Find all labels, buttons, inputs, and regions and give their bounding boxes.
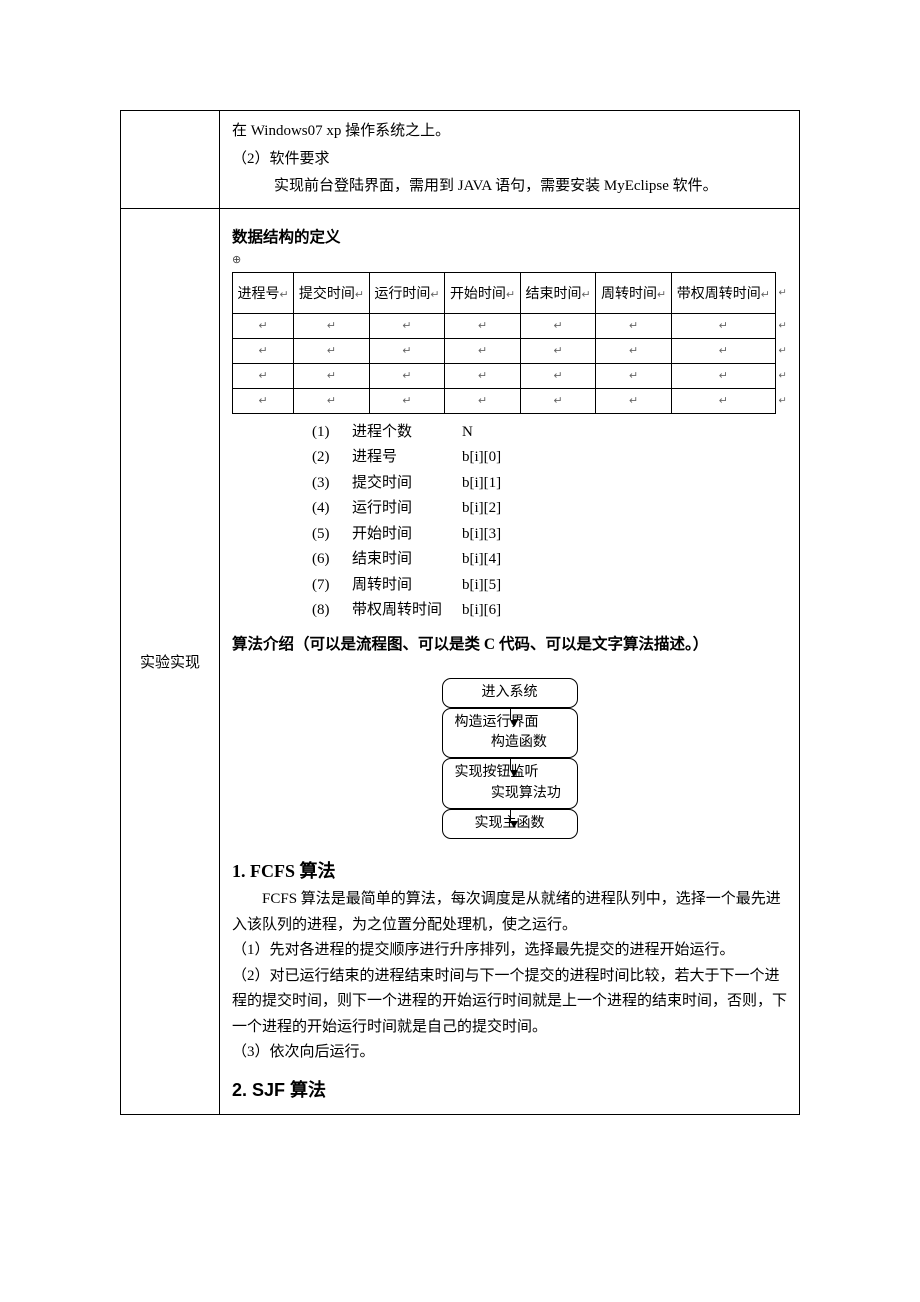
left-label-cell: 实验实现 [121,208,220,1114]
table-cell: ↵ [294,388,370,413]
fcfs-para-1: FCFS 算法是最简单的算法，每次调度是从就绪的进程队列中，选择一个最先进入该队… [232,887,787,938]
table-anchor-icon: ⊕ [232,254,241,266]
table-cell: ↵ [233,338,294,363]
definition-list: (1)进程个数N (2)进程号b[i][0] (3)提交时间b[i][1] (4… [312,420,787,624]
fcfs-para-4: （3）依次向后运行。 [232,1040,787,1066]
table-cell: ↵ [520,338,596,363]
table-cell: ↵ [369,388,445,413]
table-row: ↵ ↵ ↵ ↵ ↵ ↵ ↵↵ [233,363,776,388]
table-cell: ↵ [369,363,445,388]
env-line-2: （2）软件要求 [232,147,787,173]
table-cell: ↵ [445,363,521,388]
left-label-text: 实验实现 [140,655,200,671]
fcfs-para-3: （2）对已运行结束的进程结束时间与下一个提交的进程时间比较，若大于下一个进程的提… [232,964,787,1041]
table-cell: ↵↵ [671,313,775,338]
col-run-time: 运行时间↵ [369,272,445,313]
table-row: ↵ ↵ ↵ ↵ ↵ ↵ ↵↵ [233,338,776,363]
table-cell: ↵ [233,313,294,338]
table-cell: ↵ [369,338,445,363]
data-struct-table: 进程号↵ 提交时间↵ 运行时间↵ 开始时间↵ 结束时间↵ 周转时间↵ 带权周转时… [232,272,776,414]
table-cell: ↵ [596,363,672,388]
table-cell: ↵ [445,338,521,363]
main-content-cell: 数据结构的定义 ⊕ 进程号↵ 提交时间↵ 运行时间↵ 开始时间↵ 结束时间↵ 周… [220,208,800,1114]
data-struct-title: 数据结构的定义 [232,225,787,247]
env-line-3: 实现前台登陆界面，需用到 JAVA 语句，需要安装 MyEclipse 软件。 [232,174,787,200]
main-content: 数据结构的定义 ⊕ 进程号↵ 提交时间↵ 运行时间↵ 开始时间↵ 结束时间↵ 周… [220,209,799,1114]
table-cell: ↵ [596,388,672,413]
top-section-row: 在 Windows07 xp 操作系统之上。 （2）软件要求 实现前台登陆界面，… [121,111,799,208]
table-cell: ↵ [520,363,596,388]
table-cell: ↵ [520,313,596,338]
def-row: (2)进程号b[i][0] [312,445,787,471]
table-cell: ↵ [445,313,521,338]
flowchart: 进入系统 构造运行界面 构造函数 实现按钮监听 实现算法功 实现主函数 [425,678,595,840]
col-turnaround: 周转时间↵ [596,272,672,313]
env-line-1: 在 Windows07 xp 操作系统之上。 [232,119,787,145]
algo-intro-title: 算法介绍（可以是流程图、可以是类 C 代码、可以是文字算法描述。） [232,632,787,654]
page-frame: 在 Windows07 xp 操作系统之上。 （2）软件要求 实现前台登陆界面，… [120,110,800,1115]
outer-table: 在 Windows07 xp 操作系统之上。 （2）软件要求 实现前台登陆界面，… [121,111,799,1114]
main-row: 实验实现 数据结构的定义 ⊕ 进程号↵ 提交时间↵ 运行时间↵ 开始时间↵ 结束… [121,208,799,1114]
table-cell: ↵ [294,363,370,388]
def-row: (8)带权周转时间b[i][6] [312,598,787,624]
col-weighted-turn: 带权周转时间↵↵ [671,272,775,313]
def-row: (6)结束时间b[i][4] [312,547,787,573]
fcfs-heading: 1. FCFS 算法 [232,857,787,883]
table-cell: ↵ [369,313,445,338]
col-start-time: 开始时间↵ [445,272,521,313]
table-row: ↵ ↵ ↵ ↵ ↵ ↵ ↵↵ [233,388,776,413]
flow-enter-system: 进入系统 [442,678,578,708]
col-end-time: 结束时间↵ [520,272,596,313]
col-process-id: 进程号↵ [233,272,294,313]
table-cell: ↵ [294,313,370,338]
table-cell: ↵↵ [671,338,775,363]
def-row: (5)开始时间b[i][3] [312,522,787,548]
table-header-row: 进程号↵ 提交时间↵ 运行时间↵ 开始时间↵ 结束时间↵ 周转时间↵ 带权周转时… [233,272,776,313]
table-cell: ↵ [445,388,521,413]
def-row: (1)进程个数N [312,420,787,446]
top-left-cell [121,111,220,208]
def-row: (3)提交时间b[i][1] [312,471,787,497]
table-cell: ↵ [596,313,672,338]
fcfs-para-2: （1）先对各进程的提交顺序进行升序排列，选择最先提交的进程开始运行。 [232,938,787,964]
def-row: (7)周转时间b[i][5] [312,573,787,599]
def-row: (4)运行时间b[i][2] [312,496,787,522]
col-submit-time: 提交时间↵ [294,272,370,313]
table-row: ↵ ↵ ↵ ↵ ↵ ↵ ↵↵ [233,313,776,338]
sjf-heading: 2. SJF 算法 [232,1076,787,1102]
table-cell: ↵ [233,363,294,388]
table-cell: ↵↵ [671,388,775,413]
table-cell: ↵↵ [671,363,775,388]
table-cell: ↵ [596,338,672,363]
top-right-cell: 在 Windows07 xp 操作系统之上。 （2）软件要求 实现前台登陆界面，… [220,111,800,208]
table-cell: ↵ [520,388,596,413]
table-cell: ↵ [233,388,294,413]
table-cell: ↵ [294,338,370,363]
